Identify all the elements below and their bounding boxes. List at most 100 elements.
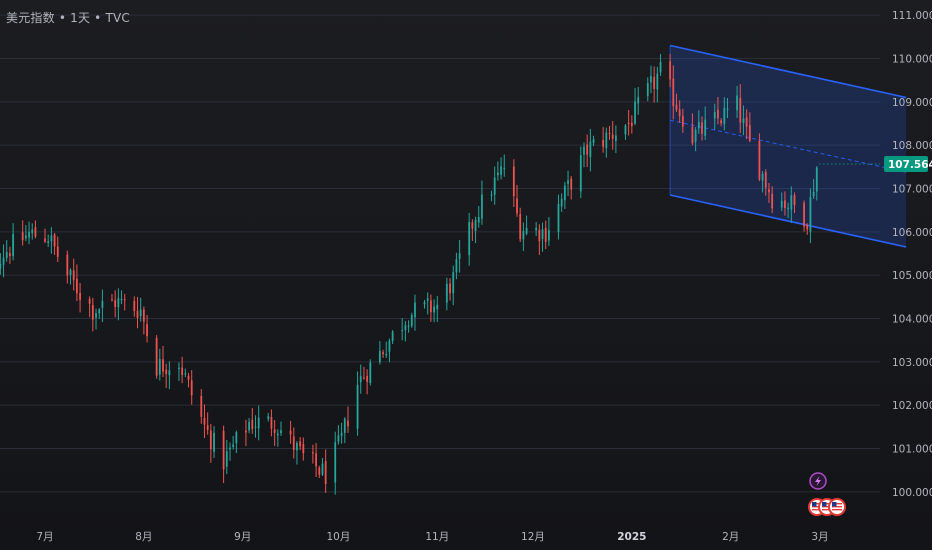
candle-body xyxy=(436,304,439,310)
candle-body xyxy=(388,340,391,352)
candle-body xyxy=(471,222,474,229)
candle-body xyxy=(5,252,8,259)
candle-body xyxy=(586,144,589,155)
candle-body xyxy=(602,140,605,147)
candle-body xyxy=(181,367,184,376)
candle-body xyxy=(66,254,69,276)
candle-body xyxy=(717,109,719,119)
price-chart[interactable]: 100.000 101.000 102.000 103.000 104.000 105.0… xyxy=(0,0,932,550)
candle-body xyxy=(583,146,585,155)
candle-body xyxy=(452,272,455,294)
candle-body xyxy=(31,229,34,234)
candle-body xyxy=(544,227,547,242)
candle-body xyxy=(474,219,477,231)
candle-body xyxy=(656,73,659,90)
candle-body xyxy=(254,426,257,428)
candle-body xyxy=(347,420,349,427)
y-tick-label: 103.000 xyxy=(892,357,932,369)
candle-body xyxy=(168,370,171,376)
candle-body xyxy=(123,299,126,301)
candle-body xyxy=(481,194,483,219)
candle-body xyxy=(111,299,113,301)
candle-body xyxy=(114,300,117,308)
candle-body xyxy=(815,167,818,192)
candle-body xyxy=(299,441,302,447)
candle-body xyxy=(589,141,592,158)
candle-body xyxy=(88,298,91,304)
candle-body xyxy=(563,185,566,201)
candle-body xyxy=(79,292,81,300)
candle-body xyxy=(0,263,2,269)
x-tick-label: 12月 xyxy=(521,531,545,543)
candle-body xyxy=(340,432,343,437)
candle-body xyxy=(809,197,812,232)
candle-body xyxy=(745,117,748,127)
candle-body xyxy=(200,396,203,417)
candle-body xyxy=(736,95,738,111)
candle-body xyxy=(570,178,573,190)
candle-body xyxy=(701,122,703,134)
candle-body xyxy=(95,313,97,318)
candle-body xyxy=(739,98,742,123)
candle-body xyxy=(592,139,595,143)
candle-body xyxy=(410,315,413,327)
candle-body xyxy=(538,229,541,241)
candle-body xyxy=(315,453,317,467)
candle-body xyxy=(343,418,346,434)
candle-body xyxy=(34,227,37,237)
candle-body xyxy=(646,83,649,97)
candle-body xyxy=(136,310,139,318)
candle-body xyxy=(624,125,627,135)
candle-body xyxy=(627,122,630,124)
candle-body xyxy=(53,234,56,247)
candle-body xyxy=(512,166,515,197)
flag-canton xyxy=(822,502,827,507)
y-tick-label: 111.000 xyxy=(892,10,932,22)
candle-body xyxy=(500,166,502,175)
candle-body xyxy=(490,194,493,196)
candle-body xyxy=(366,375,369,382)
candle-body xyxy=(69,269,72,275)
candle-body xyxy=(493,177,496,195)
candle-body xyxy=(541,229,544,239)
candle-body xyxy=(289,430,292,435)
candle-body xyxy=(496,172,499,176)
x-tick-label: 3月 xyxy=(811,531,828,543)
candle-body xyxy=(784,200,786,208)
candle-body xyxy=(761,173,764,181)
candle-body xyxy=(669,61,672,80)
candle-body xyxy=(449,283,451,294)
candle-body xyxy=(678,109,681,116)
candle-body xyxy=(44,238,46,242)
candle-body xyxy=(178,367,180,370)
candle-body xyxy=(458,253,461,259)
candle-body xyxy=(630,122,633,127)
candle-body xyxy=(225,451,228,467)
candle-body xyxy=(337,435,340,442)
candle-body xyxy=(404,325,407,331)
x-tick-label: 2月 xyxy=(722,531,739,543)
flag-canton xyxy=(812,502,817,507)
candle-body xyxy=(318,467,321,475)
candle-body xyxy=(704,119,707,136)
candle-body xyxy=(9,252,11,256)
candle-body xyxy=(742,118,745,123)
candle-body xyxy=(672,78,675,107)
candle-body xyxy=(251,419,254,430)
candle-body xyxy=(47,241,50,243)
candle-body xyxy=(232,444,235,448)
candle-body xyxy=(793,195,796,205)
candle-body xyxy=(560,198,563,207)
candle-body xyxy=(139,309,142,317)
candle-body xyxy=(522,231,525,240)
candle-body xyxy=(608,132,611,134)
candle-body xyxy=(401,330,404,332)
candle-body xyxy=(391,331,394,342)
x-tick-label: 9月 xyxy=(234,531,251,543)
candle-body xyxy=(691,126,694,144)
candle-body xyxy=(525,227,528,234)
candle-body xyxy=(142,309,145,322)
candle-body xyxy=(433,306,435,313)
candle-body xyxy=(213,432,215,452)
y-tick-label: 104.000 xyxy=(892,314,932,326)
